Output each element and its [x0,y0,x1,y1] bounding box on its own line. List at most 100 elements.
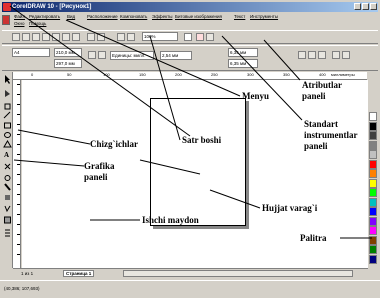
color-palette [368,72,378,268]
color-swatch[interactable] [369,140,377,150]
tab-page-1[interactable]: Страница 1 [63,270,95,277]
close-button[interactable] [370,3,377,10]
menu-help[interactable]: Помощь [29,21,46,26]
ruler-tick-mark [17,204,20,205]
landscape-icon[interactable] [98,51,106,59]
color-swatch[interactable] [369,216,377,226]
label-atributlar: Atributlar paneli [302,80,342,101]
new-icon[interactable] [12,33,20,41]
label-hujjat: Hujjat varag`i [262,203,318,213]
vertical-ruler[interactable] [13,80,21,268]
ruler-tick-mark [17,184,20,185]
app-icon [3,3,11,11]
menu-bar: Файл Редактировать Вид Расположение Комп… [12,14,378,28]
ruler-tick-mark [17,194,20,195]
maximize-button[interactable] [362,3,369,10]
color-swatch[interactable] [369,197,377,207]
ruler-tick-mark [17,124,20,125]
duplicate-y-field[interactable]: 6,35 мм [228,59,258,68]
print-icon[interactable] [42,33,50,41]
menu-view[interactable]: Вид [67,14,75,19]
label-ishchi: Ishchi maydon [142,215,199,225]
menu-file[interactable]: Файл [14,14,25,19]
ruler-tick-mark [17,224,20,225]
minimize-button[interactable] [354,3,361,10]
color-swatch[interactable] [369,207,377,216]
zoom-field[interactable]: 100% [142,32,178,41]
ruler-tick-mark [17,154,20,155]
paper-size-select[interactable]: A4 [12,48,50,57]
ruler-tick-mark [17,144,20,145]
page-width-field[interactable]: 210,0 мм [54,48,82,57]
color-swatch[interactable] [369,112,377,121]
ruler-tick: 400 [319,72,326,77]
label-chizgichlar: Chizg`ichlar [90,139,138,149]
menu-bitmaps[interactable]: Битовые изображения [175,14,222,19]
color-swatch[interactable] [369,169,377,178]
copy-icon[interactable] [62,33,70,41]
ruler-tick-mark [17,174,20,175]
grid-icon[interactable] [298,51,306,59]
ruler-units: миллиметры [331,72,355,77]
page-counter: 1 из 1 [21,271,34,276]
horizontal-scrollbar[interactable] [123,270,353,277]
label-standart: Standart instrumentlar paneli [304,119,358,151]
open-icon[interactable] [22,33,30,41]
menu-text[interactable]: Текст [234,14,245,19]
ruler-tick-mark [17,244,20,245]
menu-arrange[interactable]: Компоновать [120,14,147,19]
ruler-tick-mark [17,84,20,85]
label-grafika: Grafika paneli [84,161,115,182]
color-swatch[interactable] [369,245,377,254]
menu-layout[interactable]: Расположение [87,14,118,19]
color-swatch[interactable] [369,131,377,140]
ruler-tick-mark [17,94,20,95]
label-menyu: Menyu [242,91,269,101]
help-icon[interactable] [206,33,214,41]
redo-icon[interactable] [97,33,105,41]
menu-edit[interactable]: Редактировать [29,14,60,19]
nudge-field[interactable]: 2,54 мм [160,51,192,60]
ruler-tick-mark [17,234,20,235]
toolbox: A [2,72,13,268]
color-swatch[interactable] [369,226,377,235]
cursor-coords: (40,386; 107,693) [4,286,40,291]
guidelines-icon[interactable] [308,51,316,59]
toolbox-icons[interactable]: A [2,72,13,268]
cut-icon[interactable] [52,33,60,41]
export-icon[interactable] [127,33,135,41]
window-title: CorelDRAW 10 - [Рисунок1] [12,4,92,10]
import-icon[interactable] [117,33,125,41]
menu-window[interactable]: Окно [14,21,24,26]
ruler-tick-mark [17,254,20,255]
options-icon[interactable] [332,51,340,59]
color-swatch[interactable] [369,150,377,159]
save-icon[interactable] [32,33,40,41]
color-swatch[interactable] [369,188,377,197]
ruler-tick: 0 [31,72,34,77]
menu-tools[interactable]: Инструменты [250,14,278,19]
duplicate-x-field[interactable]: 6,35 мм [228,48,258,57]
color-swatch[interactable] [369,178,377,188]
color-swatch[interactable] [369,235,377,245]
ruler-tick: 250 [211,72,218,77]
page-height-field[interactable]: 297,0 мм [54,59,82,68]
corel-online-icon[interactable] [196,33,204,41]
ruler-tick: 200 [175,72,182,77]
horizontal-ruler[interactable]: 0 50 100 150 200 250 300 350 400 миллиме… [13,72,367,80]
document-page[interactable] [150,98,246,226]
snap-icon[interactable] [318,51,326,59]
color-swatch[interactable] [369,121,377,131]
portrait-icon[interactable] [88,51,96,59]
document-icon[interactable] [2,15,10,25]
svg-text:A: A [4,151,9,159]
app-launcher-icon[interactable] [184,33,192,41]
zoom-icon[interactable] [342,51,350,59]
color-swatch[interactable] [369,159,377,169]
undo-icon[interactable] [87,33,95,41]
color-swatch[interactable] [369,254,377,264]
menu-effects[interactable]: Эффекты [152,14,172,19]
ruler-tick: 50 [67,72,72,77]
paste-icon[interactable] [72,33,80,41]
units-select[interactable]: Единицы: милл. [110,51,154,60]
